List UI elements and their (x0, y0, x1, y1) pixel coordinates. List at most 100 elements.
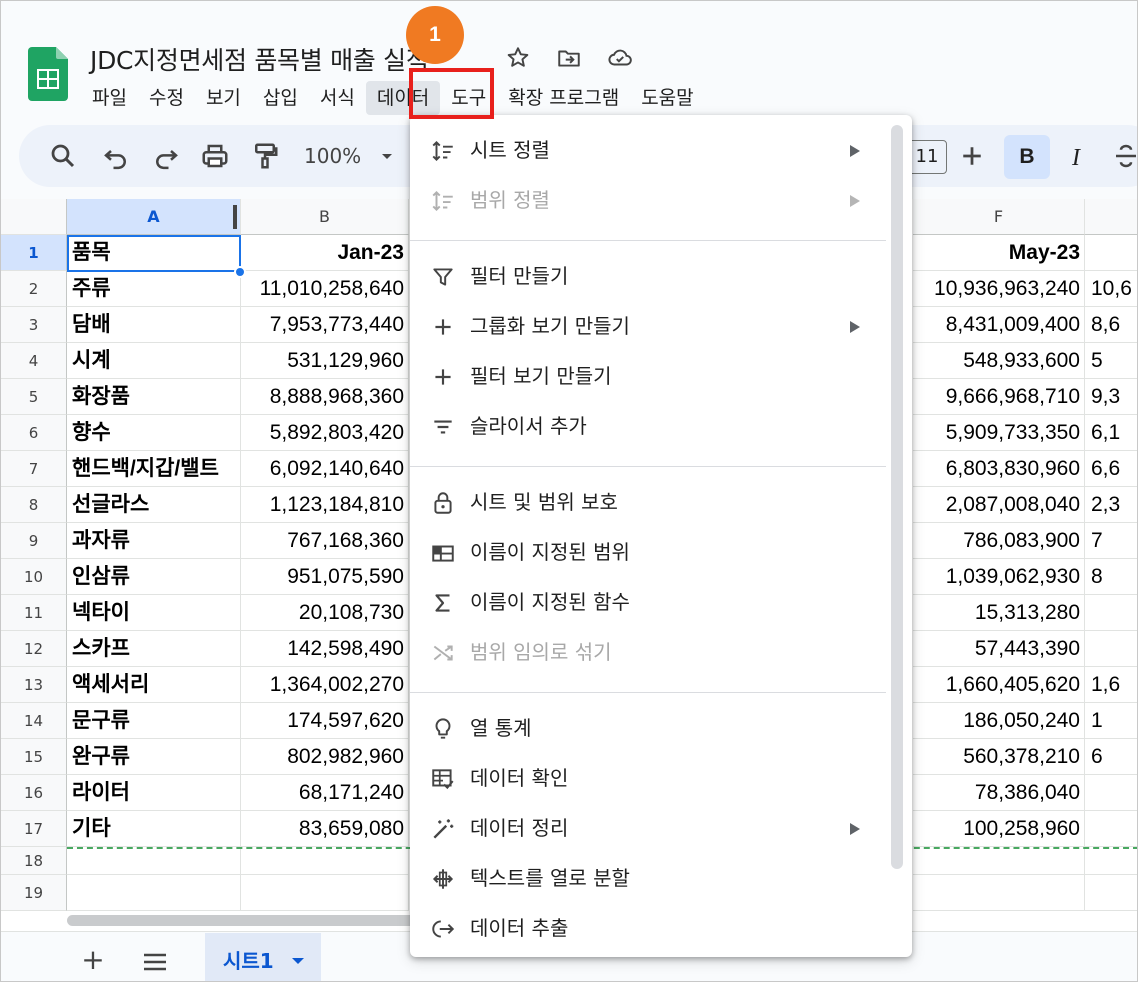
table-cell[interactable]: 핸드백/지갑/밸트 (67, 451, 241, 487)
active-cell-selection[interactable] (67, 235, 241, 272)
table-cell[interactable]: 531,129,960 (241, 343, 409, 379)
table-cell[interactable]: 1,039,062,930 (913, 559, 1085, 595)
table-cell[interactable] (1085, 875, 1137, 911)
table-cell[interactable]: 9,3 (1085, 379, 1137, 415)
row-header[interactable]: 18 (1, 847, 67, 875)
table-cell[interactable]: 라이터 (67, 775, 241, 811)
row-header[interactable]: 19 (1, 875, 67, 911)
zoom-select[interactable]: 100% (304, 144, 361, 168)
table-cell[interactable]: 20,108,730 (241, 595, 409, 631)
table-cell[interactable] (1085, 595, 1137, 631)
table-cell[interactable] (1085, 235, 1137, 271)
table-cell[interactable]: May-23 (913, 235, 1085, 271)
row-header[interactable]: 15 (1, 739, 67, 775)
column-header-a[interactable]: A (67, 199, 241, 235)
table-cell[interactable]: 174,597,620 (241, 703, 409, 739)
row-header[interactable]: 14 (1, 703, 67, 739)
table-cell[interactable]: 기타 (67, 811, 241, 847)
table-cell[interactable]: 548,933,600 (913, 343, 1085, 379)
table-cell[interactable]: 83,659,080 (241, 811, 409, 847)
data-menu-item[interactable]: 필터 만들기 (410, 253, 888, 299)
column-header-b[interactable]: B (241, 199, 409, 235)
table-cell[interactable]: 7,953,773,440 (241, 307, 409, 343)
table-cell[interactable]: 68,171,240 (241, 775, 409, 811)
font-size-input[interactable]: 11 (907, 140, 947, 174)
table-cell[interactable]: 2,3 (1085, 487, 1137, 523)
row-header[interactable]: 7 (1, 451, 67, 487)
column-header-f[interactable]: F (913, 199, 1085, 235)
row-header[interactable]: 9 (1, 523, 67, 559)
data-menu-item[interactable]: 시트 및 범위 보호 (410, 479, 888, 525)
star-icon[interactable] (505, 45, 531, 71)
data-menu-item[interactable]: 시트 정렬 (410, 127, 888, 173)
italic-button[interactable]: I (1061, 138, 1091, 178)
table-cell[interactable]: 100,258,960 (913, 811, 1085, 847)
sheet-tab-dropdown-icon[interactable] (292, 958, 304, 964)
table-cell[interactable]: 6,1 (1085, 415, 1137, 451)
row-header[interactable]: 6 (1, 415, 67, 451)
table-cell[interactable]: 5 (1085, 343, 1137, 379)
select-all-corner[interactable] (1, 199, 67, 235)
table-cell[interactable] (241, 847, 409, 875)
data-menu-item[interactable]: 이름이 지정된 함수 (410, 579, 888, 625)
paint-format-icon[interactable] (250, 141, 280, 171)
cloud-saved-icon[interactable] (607, 45, 633, 71)
horizontal-scrollbar[interactable] (67, 915, 427, 926)
menu-extensions[interactable]: 확장 프로그램 (497, 81, 630, 115)
table-cell[interactable]: 향수 (67, 415, 241, 451)
table-cell[interactable]: 5,909,733,350 (913, 415, 1085, 451)
menu-edit[interactable]: 수정 (138, 81, 195, 115)
data-menu-item[interactable]: 슬라이서 추가 (410, 403, 888, 449)
table-cell[interactable]: 11,010,258,640 (241, 271, 409, 307)
table-cell[interactable]: 1,123,184,810 (241, 487, 409, 523)
table-cell[interactable]: 10,936,963,240 (913, 271, 1085, 307)
table-cell[interactable] (241, 875, 409, 911)
table-cell[interactable] (913, 875, 1085, 911)
row-header[interactable]: 3 (1, 307, 67, 343)
table-cell[interactable]: 화장품 (67, 379, 241, 415)
data-menu-item[interactable]: 필터 보기 만들기 (410, 353, 888, 399)
menu-help[interactable]: 도움말 (630, 81, 704, 115)
data-menu-item[interactable]: 이름이 지정된 범위 (410, 529, 888, 575)
table-cell[interactable]: 142,598,490 (241, 631, 409, 667)
table-cell[interactable]: 1,660,405,620 (913, 667, 1085, 703)
document-title[interactable]: JDC지정면세점 품목별 매출 실적 (90, 41, 429, 77)
menu-file[interactable]: 파일 (81, 81, 138, 115)
row-header[interactable]: 16 (1, 775, 67, 811)
table-cell[interactable]: 6,803,830,960 (913, 451, 1085, 487)
row-header[interactable]: 5 (1, 379, 67, 415)
menu-format[interactable]: 서식 (309, 81, 366, 115)
data-menu-item[interactable]: 데이터 추출 (410, 905, 888, 951)
table-cell[interactable]: 15,313,280 (913, 595, 1085, 631)
table-cell[interactable]: 2,087,008,040 (913, 487, 1085, 523)
row-header[interactable]: 4 (1, 343, 67, 379)
table-cell[interactable]: 주류 (67, 271, 241, 307)
chevron-down-icon[interactable] (377, 141, 397, 171)
table-cell[interactable]: 78,386,040 (913, 775, 1085, 811)
row-header[interactable]: 12 (1, 631, 67, 667)
row-header[interactable]: 1 (1, 235, 67, 271)
table-cell[interactable]: 6 (1085, 739, 1137, 775)
table-cell[interactable]: 1 (1085, 703, 1137, 739)
table-cell[interactable] (67, 847, 241, 875)
data-menu-item[interactable]: 데이터 확인 (410, 755, 888, 801)
table-cell[interactable]: 767,168,360 (241, 523, 409, 559)
data-menu-item[interactable]: 열 통계 (410, 705, 888, 751)
table-cell[interactable]: 57,443,390 (913, 631, 1085, 667)
table-cell[interactable]: 9,666,968,710 (913, 379, 1085, 415)
table-cell[interactable]: 과자류 (67, 523, 241, 559)
row-header[interactable]: 10 (1, 559, 67, 595)
table-cell[interactable] (913, 847, 1085, 875)
table-cell[interactable]: 1,364,002,270 (241, 667, 409, 703)
data-menu-item[interactable]: 그룹화 보기 만들기 (410, 303, 888, 349)
table-cell[interactable]: 8,6 (1085, 307, 1137, 343)
table-cell[interactable] (1085, 775, 1137, 811)
table-cell[interactable]: 담배 (67, 307, 241, 343)
table-cell[interactable]: 완구류 (67, 739, 241, 775)
row-header[interactable]: 13 (1, 667, 67, 703)
menu-view[interactable]: 보기 (195, 81, 252, 115)
table-cell[interactable]: 문구류 (67, 703, 241, 739)
table-cell[interactable]: 시계 (67, 343, 241, 379)
table-cell[interactable]: 6,092,140,640 (241, 451, 409, 487)
data-menu-item[interactable]: 데이터 정리 (410, 805, 888, 851)
